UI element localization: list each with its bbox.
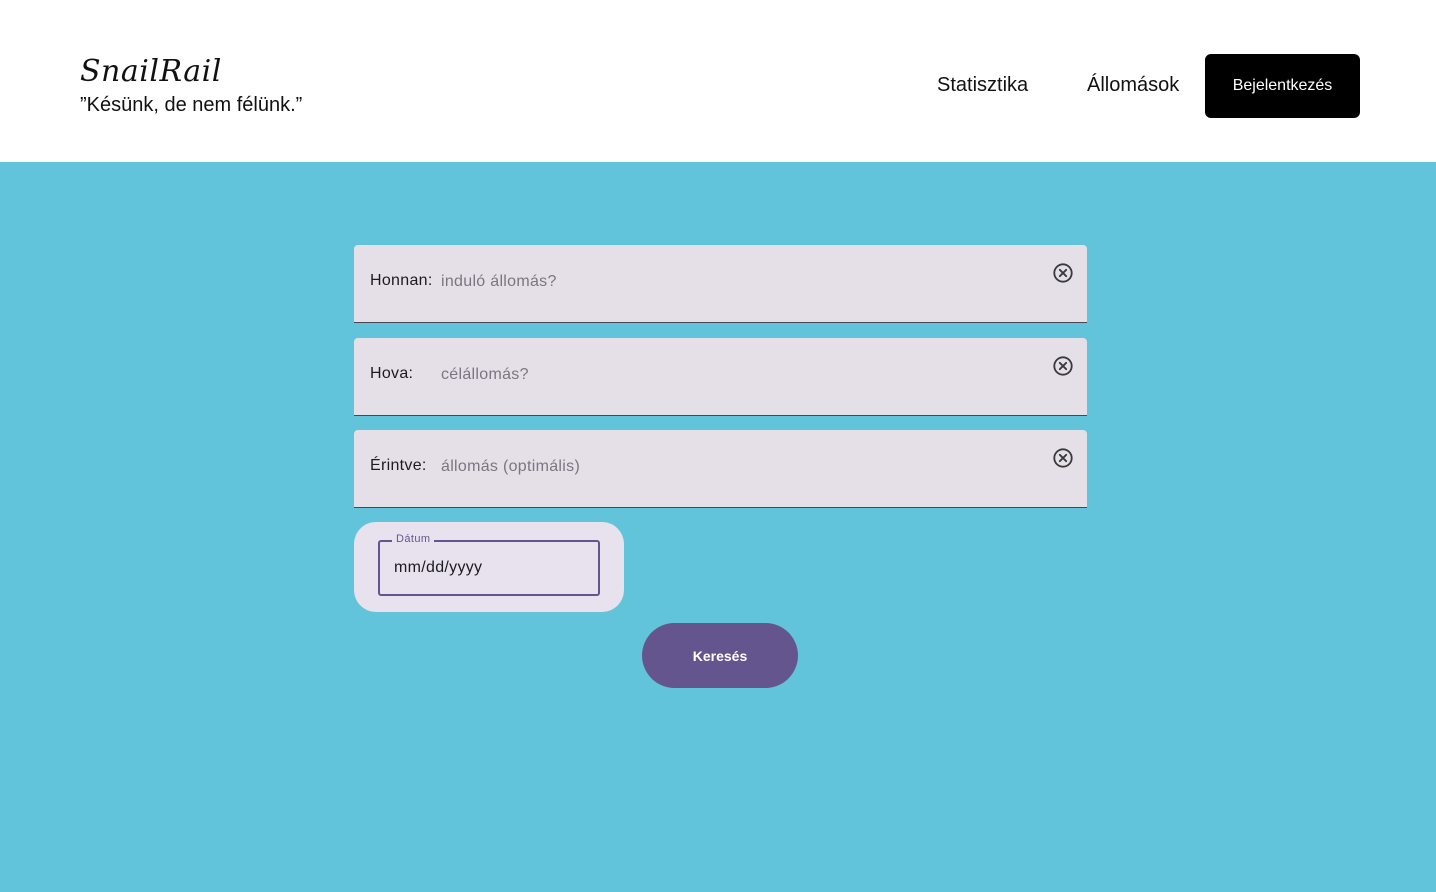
date-input[interactable] xyxy=(394,558,584,578)
from-input[interactable] xyxy=(441,270,1021,294)
from-label: Honnan: xyxy=(370,272,433,289)
nav-statistics-link[interactable]: Statisztika xyxy=(937,74,1028,97)
from-field[interactable]: Honnan: xyxy=(354,245,1087,323)
logo[interactable]: SnailRail xyxy=(80,54,222,89)
clear-from-icon[interactable] xyxy=(1052,262,1074,284)
to-field[interactable]: Hova: xyxy=(354,338,1087,416)
clear-via-icon[interactable] xyxy=(1052,447,1074,469)
nav-stations-link[interactable]: Állomások xyxy=(1087,74,1179,97)
date-card: Dátum xyxy=(354,522,624,612)
search-button[interactable]: Keresés xyxy=(642,623,798,688)
clear-to-icon[interactable] xyxy=(1052,355,1074,377)
header: SnailRail ”Késünk, de nem félünk.” Stati… xyxy=(0,0,1436,162)
page: SnailRail ”Késünk, de nem félünk.” Stati… xyxy=(0,0,1436,892)
date-field[interactable]: Dátum xyxy=(378,533,600,596)
date-label: Dátum xyxy=(392,533,435,545)
via-input[interactable] xyxy=(441,455,1021,479)
to-input[interactable] xyxy=(441,363,1021,387)
via-field[interactable]: Érintve: xyxy=(354,430,1087,508)
tagline: ”Késünk, de nem félünk.” xyxy=(80,94,303,116)
login-button[interactable]: Bejelentkezés xyxy=(1205,54,1360,118)
to-label: Hova: xyxy=(370,365,414,382)
via-label: Érintve: xyxy=(370,457,427,474)
